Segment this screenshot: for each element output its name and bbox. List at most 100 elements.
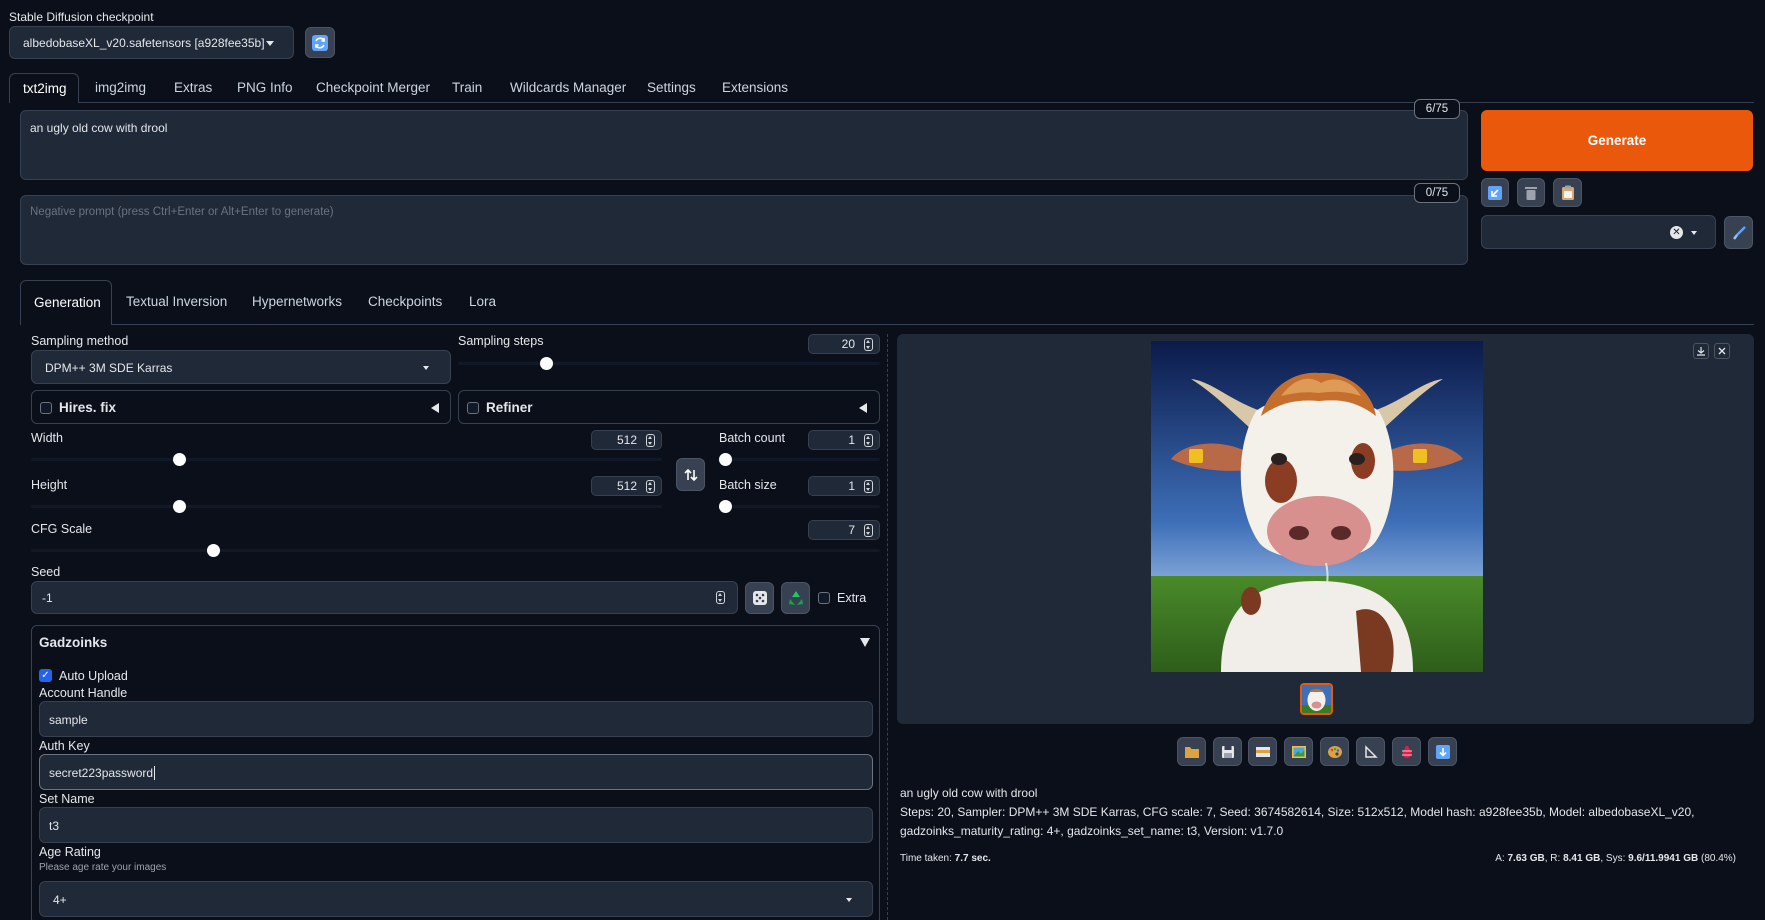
- output-toolbar: [1177, 737, 1457, 766]
- age-rating-dropdown[interactable]: 4+: [39, 881, 873, 917]
- refiner-checkbox[interactable]: [467, 402, 479, 414]
- close-icon: [1718, 347, 1726, 355]
- slider-thumb[interactable]: [719, 453, 732, 466]
- edit-styles-button[interactable]: [1724, 216, 1753, 249]
- open-folder-button[interactable]: [1177, 737, 1206, 766]
- batch-size-label: Batch size: [719, 478, 777, 492]
- batch-size-slider[interactable]: [719, 500, 880, 513]
- seed-input[interactable]: -1: [31, 581, 738, 614]
- generated-image[interactable]: [1151, 341, 1483, 672]
- tab-textual-inversion[interactable]: Textual Inversion: [126, 294, 227, 309]
- auto-upload-checkbox[interactable]: ✓: [39, 669, 52, 682]
- tab-txt2img[interactable]: txt2img: [9, 73, 79, 103]
- checkpoint-value: albedobaseXL_v20.safetensors [a928fee35b…: [23, 36, 265, 50]
- account-handle-input[interactable]: sample: [39, 701, 873, 737]
- chevron-down-icon: [266, 41, 274, 46]
- column-splitter[interactable]: [887, 334, 888, 920]
- read-params-button[interactable]: [1481, 178, 1509, 207]
- batch-count-slider[interactable]: [719, 453, 880, 466]
- height-slider[interactable]: [31, 500, 662, 513]
- collapse-triangle-icon[interactable]: [860, 638, 870, 647]
- gallery-thumbnail[interactable]: [1300, 683, 1333, 715]
- stepper-icon[interactable]: [646, 434, 655, 447]
- stepper-icon[interactable]: [864, 434, 873, 447]
- tab-img2img[interactable]: img2img: [95, 80, 146, 95]
- stepper-icon[interactable]: [646, 480, 655, 493]
- send-to-extras-button[interactable]: [1356, 737, 1385, 766]
- tab-checkpoint-merger[interactable]: Checkpoint Merger: [316, 80, 430, 95]
- zip-button[interactable]: [1248, 737, 1277, 766]
- slider-thumb[interactable]: [173, 453, 186, 466]
- gadzoinks-panel: Gadzoinks ✓ Auto Upload Account Handle s…: [31, 625, 880, 920]
- folder-icon: [1184, 746, 1199, 758]
- output-params-line2: gadzoinks_maturity_rating: 4+, gadzoinks…: [900, 824, 1284, 838]
- negative-prompt-token-counter: 0/75: [1414, 183, 1460, 203]
- chevron-down-icon: [423, 366, 429, 370]
- slider-thumb[interactable]: [207, 544, 220, 557]
- tab-checkpoints[interactable]: Checkpoints: [368, 294, 442, 309]
- sampling-steps-slider[interactable]: [458, 357, 880, 370]
- tab-wildcards-manager[interactable]: Wildcards Manager: [510, 80, 626, 95]
- memory-usage: A: 7.63 GB, R: 8.41 GB, Sys: 9.6/11.9941…: [1495, 853, 1736, 864]
- tab-generation[interactable]: Generation: [20, 280, 112, 325]
- tab-train[interactable]: Train: [452, 80, 482, 95]
- width-slider[interactable]: [31, 453, 662, 466]
- batch-count-input[interactable]: 1: [808, 430, 880, 450]
- cfg-scale-slider[interactable]: [31, 544, 880, 557]
- generate-button[interactable]: Generate: [1481, 110, 1753, 171]
- send-to-inpaint-button[interactable]: [1320, 737, 1349, 766]
- close-output-button[interactable]: [1714, 343, 1730, 359]
- negative-prompt-textarea[interactable]: Negative prompt (press Ctrl+Enter or Alt…: [20, 195, 1468, 265]
- arrow-down-left-icon: [1488, 185, 1502, 200]
- palette-icon: [1327, 745, 1342, 758]
- prompt-text: an ugly old cow with drool: [30, 121, 168, 135]
- swap-dimensions-button[interactable]: [676, 458, 705, 491]
- height-input[interactable]: 512: [591, 476, 662, 496]
- triangle-ruler-icon: [1364, 744, 1378, 758]
- stepper-icon[interactable]: [716, 591, 725, 604]
- trash-icon: [1525, 186, 1537, 200]
- set-name-input[interactable]: t3: [39, 807, 873, 843]
- checkpoint-dropdown[interactable]: albedobaseXL_v20.safetensors [a928fee35b…: [9, 26, 294, 59]
- refiner-accordion[interactable]: Refiner: [458, 390, 880, 424]
- stepper-icon[interactable]: [864, 338, 873, 351]
- image-icon: [1291, 745, 1306, 758]
- sampling-method-dropdown[interactable]: DPM++ 3M SDE Karras: [31, 350, 451, 384]
- styles-clipboard-button[interactable]: [1553, 178, 1582, 207]
- stepper-icon[interactable]: [864, 480, 873, 493]
- save-button[interactable]: [1213, 737, 1242, 766]
- width-input[interactable]: 512: [591, 430, 662, 450]
- extra-seed-checkbox[interactable]: [818, 592, 830, 604]
- refresh-checkpoint-button[interactable]: [305, 27, 335, 58]
- sampling-steps-input[interactable]: 20: [808, 334, 880, 354]
- clear-styles-icon[interactable]: ✕: [1670, 226, 1683, 239]
- batch-size-input[interactable]: 1: [808, 476, 880, 496]
- styles-dropdown[interactable]: ✕: [1481, 215, 1716, 249]
- tab-extras[interactable]: Extras: [174, 80, 212, 95]
- tabs-divider: [79, 102, 1754, 103]
- reuse-seed-button[interactable]: [781, 582, 810, 614]
- send-to-img2img-button[interactable]: [1284, 737, 1313, 766]
- tab-lora[interactable]: Lora: [469, 294, 496, 309]
- random-seed-button[interactable]: [745, 582, 774, 614]
- auto-upload-label: Auto Upload: [59, 669, 128, 683]
- collapse-triangle-icon: [859, 403, 867, 413]
- hires-fix-checkbox[interactable]: [40, 402, 52, 414]
- upload-gadzoinks-button[interactable]: [1392, 737, 1421, 766]
- tab-hypernetworks[interactable]: Hypernetworks: [252, 294, 342, 309]
- auth-key-input[interactable]: secret223password: [39, 754, 873, 790]
- collapse-triangle-icon: [431, 403, 439, 413]
- cfg-scale-input[interactable]: 7: [808, 520, 880, 540]
- download-output-button[interactable]: [1693, 343, 1709, 359]
- tab-extensions[interactable]: Extensions: [722, 80, 788, 95]
- prompt-textarea[interactable]: an ugly old cow with drool: [20, 110, 1468, 180]
- stepper-icon[interactable]: [864, 524, 873, 537]
- send-down-button[interactable]: [1428, 737, 1457, 766]
- slider-thumb[interactable]: [540, 357, 553, 370]
- tab-settings[interactable]: Settings: [647, 80, 696, 95]
- clear-prompt-button[interactable]: [1517, 178, 1545, 207]
- hires-fix-accordion[interactable]: Hires. fix: [31, 390, 451, 424]
- tab-png-info[interactable]: PNG Info: [237, 80, 293, 95]
- slider-thumb[interactable]: [173, 500, 186, 513]
- slider-thumb[interactable]: [719, 500, 732, 513]
